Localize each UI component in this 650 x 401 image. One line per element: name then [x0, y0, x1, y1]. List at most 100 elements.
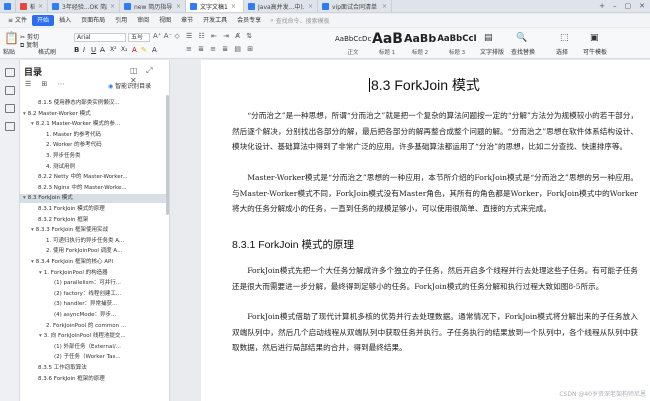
menu-tab-4[interactable]: 审阅: [132, 15, 154, 26]
superscript-icon[interactable]: X²: [110, 46, 117, 53]
toc-item[interactable]: ▾ 3. 向 ForkJoinPool 线程池提交...: [20, 332, 169, 341]
toc-item[interactable]: 8.1.5 使用静态内部类实例懒汉...: [20, 99, 169, 108]
template-button[interactable]: 可牛模板: [583, 47, 607, 56]
toc-item[interactable]: ▾ 8.3.3 ForkJoin 框架使用实战: [20, 226, 169, 235]
underline-icon[interactable]: U: [91, 46, 96, 54]
toc-item[interactable]: ▾ 1. ForkJoinPool 的构造器: [20, 269, 169, 278]
expand-caret-icon[interactable]: ▾: [31, 227, 34, 233]
tab-5[interactable]: Java高并发...中)... ×: [244, 0, 318, 12]
close-window-icon[interactable]: ✕: [639, 2, 645, 10]
close-tab-icon[interactable]: ×: [308, 3, 313, 10]
toc-scrollbar[interactable]: [166, 95, 169, 215]
toc-item[interactable]: (1) 外部任务（External/...: [20, 343, 169, 352]
toc-item[interactable]: 8.2.3 Nginx 中的 Master-Worke...: [20, 184, 169, 193]
file-menu[interactable]: ≡ 文件: [3, 15, 32, 26]
toc-item[interactable]: (2) factory：线程创建工...: [20, 290, 169, 299]
expand-caret-icon[interactable]: ▾: [23, 195, 26, 201]
heading-8-3-1[interactable]: 8.3.1 ForkJoin 模式的原理: [232, 237, 354, 252]
toc-item[interactable]: 4. 测试用例: [20, 163, 169, 172]
find-replace-button[interactable]: 查找替换: [511, 47, 535, 56]
subscript-icon[interactable]: X₂: [121, 46, 128, 53]
grow-shrink-font-icons[interactable]: A⁺ A⁻ ◇: [153, 32, 180, 40]
close-tab-icon[interactable]: ×: [382, 3, 387, 10]
toc-item[interactable]: 1. 可递归执行的异步任务类 A...: [20, 237, 169, 246]
toc-item[interactable]: 1. Master 的参考代码: [20, 131, 169, 140]
close-tab-icon[interactable]: ×: [38, 3, 43, 10]
expand-caret-icon[interactable]: ▾: [39, 270, 42, 276]
toc-tool-icons[interactable]: ☰ ⊞ ⋯: [25, 80, 69, 88]
menu-tab-3[interactable]: 引用: [110, 15, 132, 26]
toc-item[interactable]: ▾ 8.3.4 ForkJoin 框架的核心 API: [20, 258, 169, 267]
menu-tab-2[interactable]: 页面布局: [76, 15, 110, 26]
close-tab-icon[interactable]: ×: [110, 3, 115, 10]
style-tile-0[interactable]: AaBbCcDc 正文: [335, 30, 371, 57]
tab-2[interactable]: 3年经验...OK 简历×: [48, 0, 120, 12]
paragraph-2[interactable]: Master-Worker模式是“分而治之”思想的一种应用，本节所介绍的Fork…: [232, 170, 638, 217]
bold-icon[interactable]: B: [74, 46, 79, 54]
expand-caret-icon[interactable]: ▾: [23, 111, 26, 117]
expand-caret-icon[interactable]: ▾: [31, 259, 34, 265]
paragraph-3[interactable]: ForkJoin模式先把一个大任务分解成许多个独立的子任务，然后开启多个线程并行…: [232, 263, 638, 294]
maximize-icon[interactable]: ▢: [625, 2, 632, 10]
toc-item[interactable]: 2. ForkJoinPool 的 common ...: [20, 322, 169, 331]
menu-tab-1[interactable]: 插入: [54, 15, 76, 26]
paragraph-1[interactable]: “分而治之”是一种思想，所谓“分而治之”就是把一个复杂的算法问题按一定的“分解”…: [232, 108, 638, 155]
tab-1[interactable]: 稻壳×: [16, 0, 48, 12]
style-tile-1[interactable]: AaB 标题 1: [372, 30, 403, 57]
toc-item[interactable]: ▾ 8.2 Master-Worker 模式: [20, 110, 169, 119]
select-button[interactable]: 选择: [556, 47, 568, 56]
tab-4[interactable]: 文字文稿1 ×: [186, 0, 244, 12]
toc-item[interactable]: (1) parallelism：可并行...: [20, 279, 169, 288]
italic-icon[interactable]: I: [83, 46, 85, 54]
select-icon[interactable]: ⬚: [560, 33, 569, 43]
font-size-select[interactable]: 五号: [128, 33, 150, 42]
add-tab-icon[interactable]: +: [599, 2, 605, 10]
toc-item[interactable]: 3. 异步任务类: [20, 152, 169, 161]
list-buttons[interactable]: ☰ ☷ ⇤ ⇥ Ⱥ ⇅: [186, 32, 254, 40]
toc-item[interactable]: (2) 子任务（Worker Tas...: [20, 353, 169, 362]
toc-item[interactable]: 8.3.1 ForkJoin 模式的原理: [20, 205, 169, 214]
font-color-icon[interactable]: A: [132, 46, 137, 54]
toc-item[interactable]: 2. 使用 ForkJoinPool 调度 A...: [20, 247, 169, 256]
menu-tab-6[interactable]: 章节: [176, 15, 198, 26]
tab-0[interactable]: [0, 0, 16, 12]
toc-item[interactable]: ▾ 8.2.1 Master-Worker 模式的参...: [20, 120, 169, 129]
text-layout-icon[interactable]: ▤: [484, 33, 493, 43]
toc-item[interactable]: 2. Worker 的参考代码: [20, 141, 169, 150]
menu-tab-0[interactable]: 开始: [32, 15, 55, 26]
style-tile-3[interactable]: AaBbCcI 标题 3: [437, 30, 477, 57]
menu-tab-8[interactable]: 会员专享: [232, 15, 266, 26]
copy-button[interactable]: ⧉ 复制: [20, 40, 38, 50]
menu-tab-7[interactable]: 开发工具: [198, 15, 232, 26]
tab-6[interactable]: vip面试合同清单 v5×: [318, 0, 392, 12]
toc-item[interactable]: 8.3.5 工作窃取算法: [20, 364, 169, 373]
smart-toc-button[interactable]: ◉ 智能识别目录: [108, 81, 151, 90]
toc-item[interactable]: ▾ 8.3 ForkJoin 模式: [20, 194, 169, 204]
toc-item[interactable]: 8.3.6 ForkJoin 框架的原理: [20, 375, 169, 384]
toc-item[interactable]: (4) asyncMode：异步...: [20, 311, 169, 320]
heading-8-3[interactable]: 8.3 ForkJoin 模式: [369, 75, 480, 95]
format-painter-button[interactable]: 格式刷: [38, 47, 56, 56]
toc-item[interactable]: 8.2.2 Netty 中的 Master-Worker...: [20, 173, 169, 182]
menu-tab-5[interactable]: 视图: [154, 15, 176, 26]
strikethrough-icon[interactable]: A̶: [100, 46, 105, 54]
chapter-nav-icon[interactable]: [5, 104, 15, 113]
bookmark-icon[interactable]: [5, 86, 15, 95]
search-panel-icon[interactable]: [5, 122, 15, 131]
paste-icon[interactable]: 📋: [4, 31, 19, 45]
close-tab-icon[interactable]: ×: [176, 3, 181, 10]
find-replace-icon[interactable]: 🔍: [516, 33, 527, 43]
command-search[interactable]: ⌕ 查找命令、搜索模板: [270, 16, 329, 26]
paste-button[interactable]: 粘贴: [3, 47, 15, 56]
toc-item[interactable]: (3) handler：异常捕获...: [20, 300, 169, 309]
font-family-select[interactable]: Arial: [74, 33, 126, 42]
close-tab-icon[interactable]: ×: [231, 3, 236, 10]
expand-caret-icon[interactable]: ▾: [31, 121, 34, 127]
tab-3[interactable]: new 简历指导 v2×: [120, 0, 186, 12]
style-tile-2[interactable]: AaBb 标题 2: [404, 30, 436, 57]
highlight-icon[interactable]: ✎: [141, 46, 147, 54]
paragraph-4[interactable]: ForkJoin模式借助了现代计算机多核的优势并行去处理数据。通常情况下，For…: [232, 309, 638, 356]
text-layout-button[interactable]: 文字排版: [480, 47, 504, 56]
template-icon[interactable]: ▣: [590, 33, 599, 43]
toc-item[interactable]: 8.3.2 ForkJoin 框架: [20, 216, 169, 225]
